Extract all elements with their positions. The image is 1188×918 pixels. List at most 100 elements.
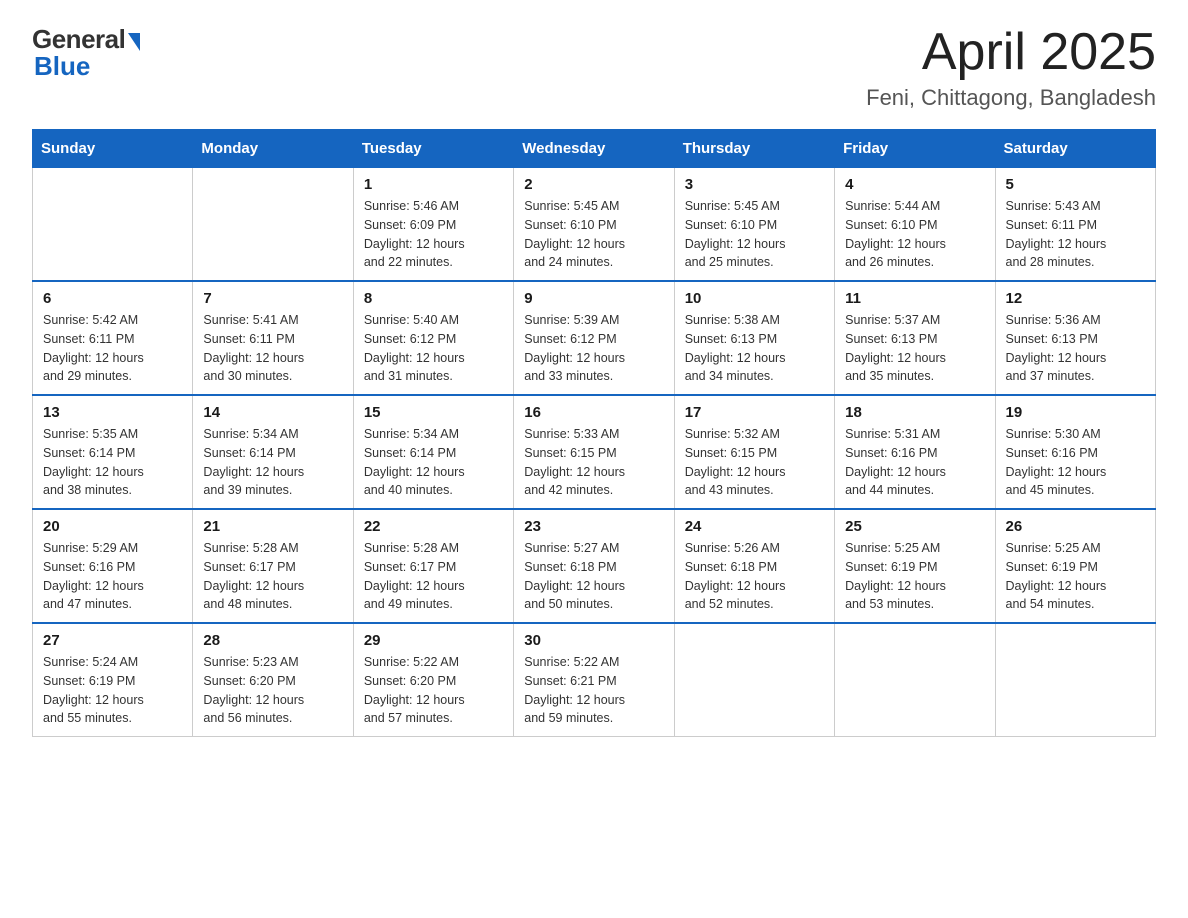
day-info: Sunrise: 5:26 AM Sunset: 6:18 PM Dayligh… <box>685 539 824 614</box>
day-number: 10 <box>685 290 824 307</box>
day-number: 4 <box>845 176 984 193</box>
day-info: Sunrise: 5:30 AM Sunset: 6:16 PM Dayligh… <box>1006 425 1145 500</box>
day-info: Sunrise: 5:25 AM Sunset: 6:19 PM Dayligh… <box>1006 539 1145 614</box>
calendar-cell: 17Sunrise: 5:32 AM Sunset: 6:15 PM Dayli… <box>674 395 834 509</box>
day-number: 8 <box>364 290 503 307</box>
day-info: Sunrise: 5:24 AM Sunset: 6:19 PM Dayligh… <box>43 653 182 728</box>
calendar-cell: 19 Sunrise: 5:30 AM Sunset: 6:16 PM Dayli… <box>995 395 1155 509</box>
calendar-cell: 20 Sunrise: 5:29 AM Sunset: 6:16 PM Dayli… <box>33 509 193 623</box>
calendar-cell: 5 Sunrise: 5:43 AM Sunset: 6:11 PM Daylig… <box>995 168 1155 282</box>
day-number: 5 <box>1006 176 1145 193</box>
day-info: Sunrise: 5:28 AM Sunset: 6:17 PM Dayligh… <box>203 539 342 614</box>
column-header-thursday: Thursday <box>674 130 834 168</box>
day-number: 25 <box>845 518 984 535</box>
calendar-cell: 13 Sunrise: 5:35 AM Sunset: 6:14 PM Dayli… <box>33 395 193 509</box>
day-info: Sunrise: 5:28 AM Sunset: 6:17 PM Dayligh… <box>364 539 503 614</box>
day-number: 13 <box>43 404 182 421</box>
day-number: 22 <box>364 518 503 535</box>
month-title: April 2025 <box>866 24 1156 81</box>
calendar-week-2: 6Sunrise: 5:42 AM Sunset: 6:11 PM Daylig… <box>33 281 1156 395</box>
calendar-cell: 11 Sunrise: 5:37 AM Sunset: 6:13 PM Dayli… <box>835 281 995 395</box>
day-info: Sunrise: 5:41 AM Sunset: 6:11 PM Dayligh… <box>203 311 342 386</box>
calendar-cell: 23 Sunrise: 5:27 AM Sunset: 6:18 PM Dayli… <box>514 509 674 623</box>
day-number: 7 <box>203 290 342 307</box>
day-info: Sunrise: 5:37 AM Sunset: 6:13 PM Dayligh… <box>845 311 984 386</box>
calendar-week-4: 20 Sunrise: 5:29 AM Sunset: 6:16 PM Dayli… <box>33 509 1156 623</box>
day-number: 12 <box>1006 290 1145 307</box>
calendar-cell <box>674 623 834 737</box>
day-number: 9 <box>524 290 663 307</box>
calendar-cell <box>193 168 353 282</box>
calendar-cell <box>835 623 995 737</box>
calendar-header-row: SundayMondayTuesdayWednesdayThursdayFrid… <box>33 130 1156 168</box>
day-number: 24 <box>685 518 824 535</box>
logo-arrow-icon <box>128 33 140 51</box>
day-info: Sunrise: 5:27 AM Sunset: 6:18 PM Dayligh… <box>524 539 663 614</box>
day-info: Sunrise: 5:32 AM Sunset: 6:15 PM Dayligh… <box>685 425 824 500</box>
calendar-cell: 4Sunrise: 5:44 AM Sunset: 6:10 PM Daylig… <box>835 168 995 282</box>
calendar-cell: 14 Sunrise: 5:34 AM Sunset: 6:14 PM Dayli… <box>193 395 353 509</box>
day-number: 27 <box>43 632 182 649</box>
day-info: Sunrise: 5:31 AM Sunset: 6:16 PM Dayligh… <box>845 425 984 500</box>
calendar-week-3: 13 Sunrise: 5:35 AM Sunset: 6:14 PM Dayli… <box>33 395 1156 509</box>
day-number: 21 <box>203 518 342 535</box>
column-header-sunday: Sunday <box>33 130 193 168</box>
calendar-cell: 16 Sunrise: 5:33 AM Sunset: 6:15 PM Dayli… <box>514 395 674 509</box>
calendar-week-5: 27 Sunrise: 5:24 AM Sunset: 6:19 PM Dayli… <box>33 623 1156 737</box>
day-info: Sunrise: 5:35 AM Sunset: 6:14 PM Dayligh… <box>43 425 182 500</box>
day-info: Sunrise: 5:22 AM Sunset: 6:21 PM Dayligh… <box>524 653 663 728</box>
day-info: Sunrise: 5:23 AM Sunset: 6:20 PM Dayligh… <box>203 653 342 728</box>
calendar-cell: 15 Sunrise: 5:34 AM Sunset: 6:14 PM Dayli… <box>353 395 513 509</box>
calendar-cell: 10 Sunrise: 5:38 AM Sunset: 6:13 PM Dayli… <box>674 281 834 395</box>
day-number: 23 <box>524 518 663 535</box>
day-number: 14 <box>203 404 342 421</box>
column-header-friday: Friday <box>835 130 995 168</box>
location-title: Feni, Chittagong, Bangladesh <box>866 85 1156 111</box>
day-number: 28 <box>203 632 342 649</box>
calendar-cell: 30Sunrise: 5:22 AM Sunset: 6:21 PM Dayli… <box>514 623 674 737</box>
day-info: Sunrise: 5:39 AM Sunset: 6:12 PM Dayligh… <box>524 311 663 386</box>
calendar-cell: 8Sunrise: 5:40 AM Sunset: 6:12 PM Daylig… <box>353 281 513 395</box>
calendar-cell: 24 Sunrise: 5:26 AM Sunset: 6:18 PM Dayli… <box>674 509 834 623</box>
day-number: 1 <box>364 176 503 193</box>
day-info: Sunrise: 5:46 AM Sunset: 6:09 PM Dayligh… <box>364 197 503 272</box>
day-info: Sunrise: 5:38 AM Sunset: 6:13 PM Dayligh… <box>685 311 824 386</box>
day-number: 16 <box>524 404 663 421</box>
title-section: April 2025 Feni, Chittagong, Bangladesh <box>866 24 1156 111</box>
day-info: Sunrise: 5:29 AM Sunset: 6:16 PM Dayligh… <box>43 539 182 614</box>
day-number: 19 <box>1006 404 1145 421</box>
calendar-cell <box>33 168 193 282</box>
day-info: Sunrise: 5:22 AM Sunset: 6:20 PM Dayligh… <box>364 653 503 728</box>
day-info: Sunrise: 5:36 AM Sunset: 6:13 PM Dayligh… <box>1006 311 1145 386</box>
day-info: Sunrise: 5:43 AM Sunset: 6:11 PM Dayligh… <box>1006 197 1145 272</box>
column-header-saturday: Saturday <box>995 130 1155 168</box>
calendar-cell: 1 Sunrise: 5:46 AM Sunset: 6:09 PM Daylig… <box>353 168 513 282</box>
day-number: 2 <box>524 176 663 193</box>
logo: General Blue <box>32 24 140 82</box>
calendar-table: SundayMondayTuesdayWednesdayThursdayFrid… <box>32 129 1156 737</box>
calendar-cell: 18 Sunrise: 5:31 AM Sunset: 6:16 PM Dayli… <box>835 395 995 509</box>
calendar-week-1: 1 Sunrise: 5:46 AM Sunset: 6:09 PM Daylig… <box>33 168 1156 282</box>
day-info: Sunrise: 5:25 AM Sunset: 6:19 PM Dayligh… <box>845 539 984 614</box>
logo-blue-text: Blue <box>34 51 90 82</box>
calendar-cell: 26 Sunrise: 5:25 AM Sunset: 6:19 PM Dayli… <box>995 509 1155 623</box>
day-number: 6 <box>43 290 182 307</box>
day-number: 15 <box>364 404 503 421</box>
page-header: General Blue April 2025 Feni, Chittagong… <box>32 24 1156 111</box>
day-info: Sunrise: 5:33 AM Sunset: 6:15 PM Dayligh… <box>524 425 663 500</box>
calendar-cell: 9 Sunrise: 5:39 AM Sunset: 6:12 PM Daylig… <box>514 281 674 395</box>
day-info: Sunrise: 5:34 AM Sunset: 6:14 PM Dayligh… <box>203 425 342 500</box>
day-number: 29 <box>364 632 503 649</box>
calendar-cell: 28 Sunrise: 5:23 AM Sunset: 6:20 PM Dayli… <box>193 623 353 737</box>
calendar-cell: 27 Sunrise: 5:24 AM Sunset: 6:19 PM Dayli… <box>33 623 193 737</box>
day-number: 11 <box>845 290 984 307</box>
day-number: 18 <box>845 404 984 421</box>
day-info: Sunrise: 5:45 AM Sunset: 6:10 PM Dayligh… <box>685 197 824 272</box>
calendar-cell: 3Sunrise: 5:45 AM Sunset: 6:10 PM Daylig… <box>674 168 834 282</box>
calendar-cell: 21 Sunrise: 5:28 AM Sunset: 6:17 PM Dayli… <box>193 509 353 623</box>
day-number: 20 <box>43 518 182 535</box>
calendar-cell: 12 Sunrise: 5:36 AM Sunset: 6:13 PM Dayli… <box>995 281 1155 395</box>
day-info: Sunrise: 5:34 AM Sunset: 6:14 PM Dayligh… <box>364 425 503 500</box>
day-info: Sunrise: 5:45 AM Sunset: 6:10 PM Dayligh… <box>524 197 663 272</box>
day-number: 26 <box>1006 518 1145 535</box>
